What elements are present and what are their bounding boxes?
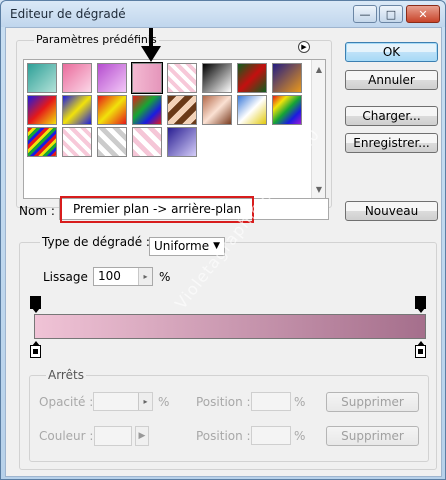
- preset-swatch[interactable]: [97, 63, 127, 93]
- smoothness-value: 100: [98, 269, 121, 283]
- gradient-editor-window: Editeur de dégradé — □ ✕ Paramètres préd…: [0, 0, 446, 480]
- window-title: Editeur de dégradé: [10, 7, 126, 21]
- preset-swatch[interactable]: [167, 95, 197, 125]
- preset-swatch[interactable]: [132, 127, 162, 157]
- maximize-button[interactable]: □: [379, 5, 403, 23]
- minimize-button[interactable]: —: [353, 5, 377, 23]
- maximize-icon: □: [385, 7, 397, 21]
- opacity-stepper-icon[interactable]: ▸: [138, 393, 152, 410]
- opacity-stop-right[interactable]: [415, 296, 426, 313]
- color-position-label: Position :: [196, 429, 251, 443]
- scroll-down-icon[interactable]: ▼: [313, 183, 325, 195]
- smoothness-unit: %: [159, 270, 171, 284]
- color-label: Couleur :: [39, 429, 94, 443]
- preset-swatch[interactable]: [97, 95, 127, 125]
- opacity-label: Opacité :: [39, 395, 94, 409]
- color-position-unit: %: [294, 429, 306, 443]
- title-bar[interactable]: Editeur de dégradé — □ ✕: [1, 1, 445, 27]
- preset-swatch[interactable]: [272, 95, 302, 125]
- name-label: Nom :: [19, 204, 55, 218]
- smoothness-stepper-icon[interactable]: ▸: [138, 268, 152, 285]
- close-icon: ✕: [418, 7, 428, 21]
- stops-label: Arrêts: [46, 368, 86, 382]
- stop-color-menu-icon[interactable]: ▶: [135, 426, 149, 446]
- opacity-delete-button[interactable]: Supprimer: [326, 392, 419, 412]
- preset-swatch[interactable]: [132, 95, 162, 125]
- preset-swatch[interactable]: [167, 63, 197, 93]
- preset-swatch[interactable]: [27, 95, 57, 125]
- stops-group: [29, 375, 429, 462]
- minimize-icon: —: [359, 7, 371, 21]
- preset-swatch[interactable]: [27, 127, 57, 157]
- stop-color-swatch[interactable]: [94, 426, 132, 446]
- preset-swatch[interactable]: [237, 95, 267, 125]
- preset-swatch[interactable]: [202, 95, 232, 125]
- pointer-arrow-icon: [141, 28, 161, 62]
- opacity-position-label: Position :: [196, 395, 251, 409]
- color-delete-button[interactable]: Supprimer: [326, 426, 419, 446]
- preset-swatch[interactable]: [27, 63, 57, 93]
- preset-swatch[interactable]: [202, 63, 232, 93]
- presets-menu-icon[interactable]: ▶: [298, 41, 310, 53]
- name-value: Premier plan -> arrière-plan: [73, 202, 242, 216]
- smoothness-input[interactable]: 100 ▸: [93, 267, 153, 286]
- opacity-position-input[interactable]: [251, 392, 291, 411]
- opacity-unit: %: [158, 395, 170, 409]
- cancel-button[interactable]: Annuler: [345, 70, 438, 90]
- preset-swatch[interactable]: [97, 127, 127, 157]
- smoothness-label: Lissage :: [43, 270, 96, 284]
- scroll-up-icon[interactable]: ▲: [313, 63, 325, 75]
- opacity-stop-left[interactable]: [30, 296, 41, 313]
- gradient-type-value: Uniforme: [154, 239, 210, 253]
- ok-button[interactable]: OK: [345, 42, 438, 62]
- opacity-position-unit: %: [294, 395, 306, 409]
- gradient-type-label: Type de dégradé :: [40, 235, 152, 249]
- color-position-input[interactable]: [251, 426, 291, 445]
- preset-swatch[interactable]: [167, 127, 197, 157]
- load-button[interactable]: Charger...: [345, 106, 438, 126]
- preset-swatch[interactable]: [62, 63, 92, 93]
- color-stop-left[interactable]: [30, 341, 41, 358]
- preset-swatch[interactable]: [131, 62, 163, 94]
- close-button[interactable]: ✕: [406, 5, 440, 23]
- preset-swatch[interactable]: [62, 95, 92, 125]
- opacity-input[interactable]: ▸: [93, 392, 153, 411]
- save-button[interactable]: Enregistrer...: [345, 133, 438, 153]
- preset-swatch[interactable]: [272, 63, 302, 93]
- preset-swatch[interactable]: [237, 63, 267, 93]
- gradient-preview-bar[interactable]: [34, 314, 426, 339]
- color-stop-right[interactable]: [415, 341, 426, 358]
- new-button[interactable]: Nouveau: [345, 201, 438, 221]
- preset-swatch[interactable]: [62, 127, 92, 157]
